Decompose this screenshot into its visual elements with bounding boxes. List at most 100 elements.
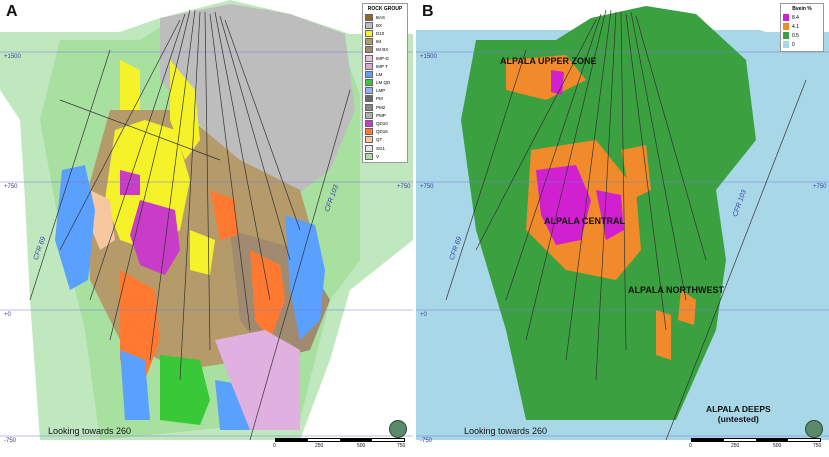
- panel-b-map: [416, 0, 829, 441]
- rock-legend-row: IMP-D: [365, 54, 405, 62]
- rock-legend-swatch: [365, 46, 373, 54]
- b-scale-tick-500: 500: [773, 443, 782, 449]
- scale-tick-500: 500: [357, 443, 366, 449]
- rock-legend-row: QT: [365, 136, 405, 144]
- legend-title: ROCK GROUP: [367, 6, 403, 12]
- rock-legend-row: BX: [365, 21, 405, 29]
- rock-legend-row: IM: [365, 38, 405, 46]
- bvein-legend-title: Bvein %: [792, 6, 812, 12]
- rock-legend-row: QD10: [365, 119, 405, 128]
- panel-a-label: A: [6, 3, 18, 20]
- rock-legend-row: SG1: [365, 144, 405, 152]
- rock-legend-label: IM: [376, 39, 381, 45]
- rock-legend-swatch: [365, 120, 373, 128]
- rock-legend-row: QD15: [365, 128, 405, 136]
- rock-legend-swatch: [365, 136, 373, 144]
- rock-legend-label: D10: [376, 30, 385, 36]
- rock-legend-swatch: [365, 21, 373, 29]
- rock-legend-swatch: [365, 54, 373, 62]
- rock-legend-label: SG1: [376, 145, 386, 151]
- rock-legend-label: PMP: [376, 112, 386, 118]
- rock-legend-swatch: [365, 152, 373, 160]
- rock-legend-label: BAS: [376, 14, 386, 20]
- zone-deeps-label: ALPALA DEEPS (untested): [706, 404, 771, 424]
- rock-legend-swatch: [365, 95, 373, 103]
- rock-legend-label: IM BX: [376, 47, 389, 53]
- rock-legend-swatch: [365, 87, 373, 95]
- bvein-legend-row: 8.4: [783, 13, 821, 22]
- scale-bar-graphic: [275, 438, 405, 442]
- rock-legend-swatch: [365, 103, 373, 111]
- b-elevation-minus750-label: -750: [420, 438, 433, 444]
- rock-legend-swatch: [365, 111, 373, 119]
- scale-tick-0: 0: [273, 443, 276, 449]
- rock-legend-label: LM QD: [376, 80, 391, 86]
- zone-upper-label: ALPALA UPPER ZONE: [500, 56, 597, 66]
- rock-legend-swatch: [365, 79, 373, 87]
- scale-tick-250: 250: [315, 443, 324, 449]
- rock-legend-row: PM2: [365, 103, 405, 111]
- looking-direction: Looking towards 260: [48, 426, 132, 436]
- bvein-legend-row: 0: [783, 40, 821, 49]
- elevation-0-label: +0: [4, 312, 11, 318]
- scale-tick-750: 750: [397, 443, 406, 449]
- rock-legend-row: PMP: [365, 111, 405, 119]
- bvein-84-upper: [551, 70, 564, 95]
- rock-legend-row: LMP: [365, 87, 405, 95]
- bvein-legend-row: 0.5: [783, 31, 821, 40]
- rock-legend-swatch: [365, 70, 373, 78]
- b-scale-tick-250: 250: [731, 443, 740, 449]
- bvein-legend-label: 0.5: [792, 32, 799, 39]
- rock-legend-swatch: [365, 144, 373, 152]
- rock-legend-label: IMP-D: [376, 55, 389, 61]
- rock-legend-row: IM BX: [365, 46, 405, 54]
- elevation-1500-label: +1500: [4, 54, 21, 60]
- rock-legend-row: D10: [365, 29, 405, 37]
- panel-a-rock-group: A +1500 +750 +0 -750 +750 CFR 69 CFR 103…: [0, 0, 413, 457]
- zone-central-label: ALPALA CENTRAL: [544, 216, 625, 226]
- rock-legend-label: BX: [376, 22, 383, 28]
- bvein-legend-label: 0: [792, 41, 795, 48]
- rock-legend-label: LMP: [376, 88, 386, 94]
- deeps-note: (untested): [717, 414, 759, 424]
- panel-b-label: B: [422, 3, 434, 20]
- bvein-legend: Bvein % 8.4 4.1 0.5 0: [780, 3, 824, 52]
- rock-legend-row: V: [365, 152, 405, 160]
- panel-a-map: [0, 0, 413, 441]
- rock-legend-row: LM: [365, 70, 405, 78]
- rock-legend-swatch: [365, 13, 373, 21]
- bvein-legend-label: 8.4: [792, 14, 799, 21]
- compass-icon: [389, 420, 407, 438]
- b-compass-icon: [805, 420, 823, 438]
- rock-legend-label: PM: [376, 96, 383, 102]
- elevation-minus750-label: -750: [4, 438, 17, 444]
- scale-bar: 0 250 500 750: [273, 438, 406, 454]
- panel-b-bvein: B +1500 +750 +0 -750 +750 ALPALA UPPER Z…: [416, 0, 829, 457]
- rock-legend-swatch: [365, 38, 373, 46]
- rock-legend-row: PM: [365, 95, 405, 103]
- b-elevation-1500-label: +1500: [420, 54, 437, 60]
- b-scale-tick-0: 0: [689, 443, 692, 449]
- elevation-750-right-label: +750: [397, 184, 411, 190]
- bvein-legend-label: 4.1: [792, 23, 799, 30]
- rock-legend-label: PM2: [376, 104, 386, 110]
- rock-legend-swatch: [365, 29, 373, 37]
- rock-legend-swatch: [365, 62, 373, 70]
- b-looking-direction: Looking towards 260: [464, 426, 548, 436]
- rock-group-legend: ROCK GROUP BAS BX D10 IM IM BX IMP-D IMP T LM LM…: [362, 3, 408, 164]
- bvein-41-nw2: [656, 310, 671, 360]
- deeps-title: ALPALA DEEPS: [706, 404, 771, 414]
- rock-legend-row: IMP T: [365, 62, 405, 70]
- bvein-legend-row: 4.1: [783, 22, 821, 31]
- b-elevation-750-right-label: +750: [813, 184, 827, 190]
- b-elevation-750-label: +750: [420, 184, 434, 190]
- rock-legend-label: QD10: [376, 121, 388, 127]
- rock-legend-label: QD15: [376, 129, 388, 135]
- rock-legend-row: LM QD: [365, 79, 405, 87]
- rock-legend-row: BAS: [365, 13, 405, 21]
- b-scale-bar: 0 250 500 750: [689, 438, 822, 454]
- zone-northwest-label: ALPALA NORTHWEST: [628, 285, 724, 295]
- rock-legend-label: LM: [376, 71, 383, 77]
- b-scale-tick-750: 750: [813, 443, 822, 449]
- bvein-legend-swatch: [783, 41, 789, 48]
